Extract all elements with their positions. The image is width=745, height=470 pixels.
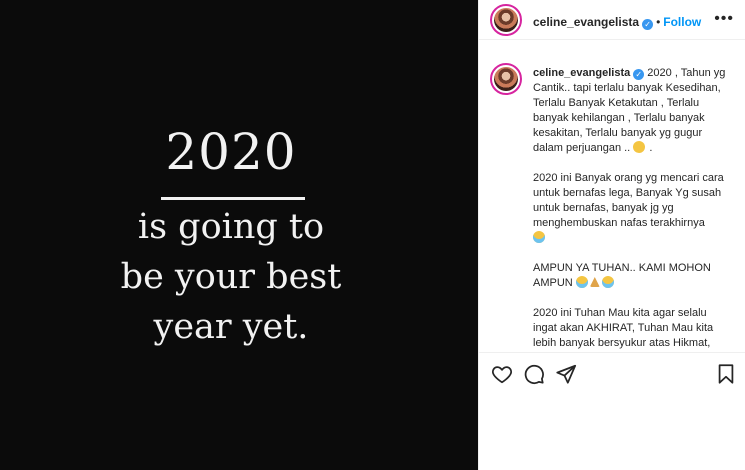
share-icon[interactable] — [555, 363, 577, 385]
avatar-image — [494, 8, 518, 32]
comments-area[interactable]: celine_evangelista ✓ 2020 , Tahun yg Cant… — [479, 55, 745, 352]
post-footer — [479, 392, 745, 470]
header-username[interactable]: celine_evangelista — [533, 15, 639, 29]
praying-hands-icon — [589, 276, 601, 288]
verified-badge-icon: ✓ — [633, 69, 645, 80]
post-image: 2020 is going to be your best year yet. — [0, 0, 478, 470]
caption-paragraph-4: 2020 ini Tuhan Mau kita agar selalu inga… — [533, 307, 714, 349]
verified-badge-icon: ✓ — [642, 19, 654, 30]
crying-emoji-icon — [533, 231, 545, 243]
heart-icon[interactable] — [491, 363, 513, 385]
avatar-image — [494, 67, 518, 91]
comment-icon[interactable] — [523, 363, 545, 385]
header-separator: • — [656, 15, 661, 29]
header-avatar[interactable] — [490, 4, 522, 36]
image-underline — [161, 197, 305, 200]
bookmark-icon[interactable] — [715, 363, 737, 385]
image-line-1: is going to — [137, 207, 325, 247]
post-side-panel: celine_evangelista ✓ • Follow ••• celine_ev… — [478, 0, 745, 470]
caption-paragraph-1: 2020 , Tahun yg Cantik.. tapi terlalu ba… — [533, 67, 729, 154]
crying-emoji-icon — [575, 276, 588, 288]
caption-text: celine_evangelista ✓ 2020 , Tahun yg Cant… — [533, 66, 733, 352]
image-line-2: be your best — [120, 257, 342, 297]
caption-username[interactable]: celine_evangelista — [533, 67, 630, 79]
crying-emoji-icon — [601, 276, 614, 288]
image-line-3: year yet. — [153, 307, 309, 347]
more-options-icon[interactable]: ••• — [714, 11, 734, 27]
caption-paragraph-3: AMPUN YA TUHAN.. KAMI MOHON AMPUN — [533, 262, 714, 289]
post-actions-bar — [479, 352, 745, 392]
follow-button[interactable]: Follow — [663, 15, 701, 29]
caption-avatar[interactable] — [490, 63, 522, 95]
image-year-text: 2020 — [165, 123, 297, 181]
caption-paragraph-2: 2020 ini Banyak orang yg mencari cara un… — [533, 172, 727, 229]
post-header: celine_evangelista ✓ • Follow ••• — [479, 0, 745, 40]
disappointed-emoji-icon — [633, 141, 646, 153]
header-user-line: celine_evangelista ✓ • Follow — [533, 13, 701, 31]
